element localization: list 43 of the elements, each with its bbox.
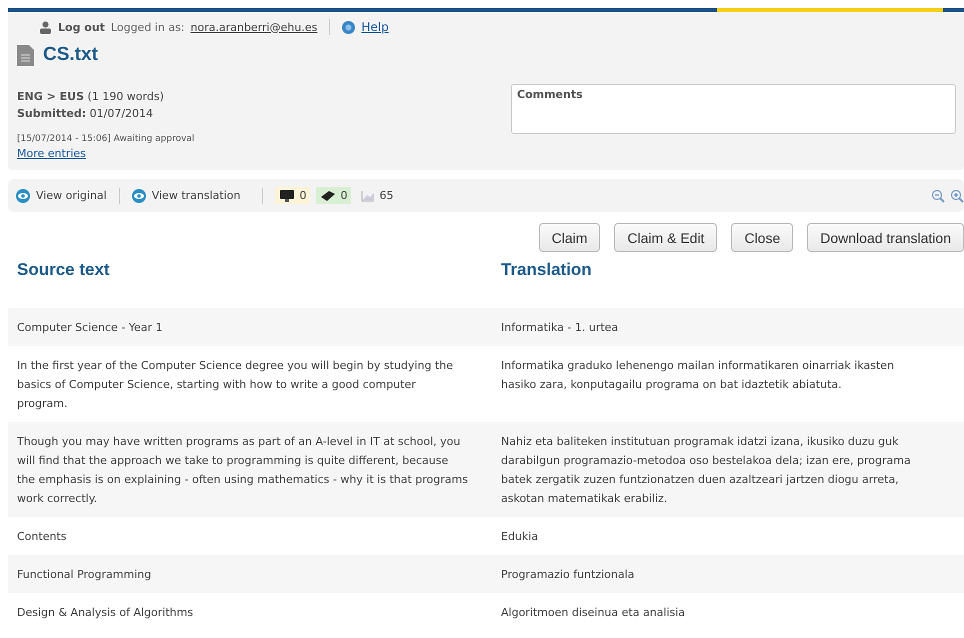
book-icon <box>320 190 336 202</box>
source-cell-text: Design & Analysis of Algorithms <box>17 605 194 621</box>
logout-link[interactable]: Log out <box>58 20 105 34</box>
zoom-out-icon[interactable] <box>931 188 945 202</box>
translation-cell-text: Programazio funtzionala <box>501 567 636 583</box>
view-original-link[interactable]: View original <box>36 189 107 202</box>
logged-in-label: Logged in as: <box>110 20 185 34</box>
action-button[interactable]: Claim <box>538 223 600 252</box>
translation-cell-text: Nahiz eta baliteken institutuan programak idatzi izana, ikusiko duzu guk darabilgun programazio-metodoa oso bestelakoa dela; izan ere, programa batek zergatik zuzen funtzionatzen duen azaltzeari jartzen diogu arreta, askotan matematikak erabiliz. <box>501 434 912 507</box>
column-heading: Source text <box>17 260 111 280</box>
source-cell-text: Contents <box>17 529 68 545</box>
translation-cell-text: Informatika graduko lehenengo mailan informatikaren oinarriak ikasten hasiko zara, konputagailu programa on bat idaztetik abiatuta. <box>501 358 896 393</box>
translation-cell-text: Algoritmoen diseinua eta analisia <box>501 605 686 621</box>
user-icon <box>39 20 52 34</box>
comments-field[interactable]: Comments <box>511 84 956 134</box>
more-entries-link[interactable]: More entries <box>17 147 86 160</box>
translation-cell-text: Informatika - 1. urtea <box>501 320 620 336</box>
eye-icon <box>132 188 146 202</box>
count-value: 0 <box>340 189 348 202</box>
submitted-date: Submitted: 01/07/2014 <box>17 106 154 122</box>
document-title: CS.txt <box>43 44 98 66</box>
language-pair: ENG > EUS (1 190 words) <box>17 89 165 105</box>
document-icon <box>17 44 34 66</box>
action-button[interactable]: Claim & Edit <box>614 223 718 252</box>
view-translation-link[interactable]: View translation <box>152 189 240 202</box>
help-link[interactable]: Help <box>361 20 389 34</box>
eye-icon <box>16 188 30 202</box>
monitor-icon <box>279 190 296 202</box>
source-cell-text: Though you may have written programs as part of an A-level in IT at school, you will find that the approach we take to programming is quite different, because the emphasis is on explaining - often using mathematics - why it is that programs work correctly. <box>17 434 469 507</box>
action-button[interactable]: Close <box>731 223 794 252</box>
translation-cell-text: Edukia <box>501 529 540 545</box>
column-heading: Translation <box>501 260 593 280</box>
history-entry: [15/07/2014 - 15:06] Awaiting approval <box>17 134 196 144</box>
source-cell-text: Computer Science - Year 1 <box>17 320 164 336</box>
source-cell-text: Functional Programming <box>17 567 152 583</box>
source-cell-text: In the first year of the Computer Science degree you will begin by studying the basics of Computer Science, starting with how to write a good computer program. <box>17 358 454 412</box>
count-value: 0 <box>299 189 306 202</box>
chart-icon <box>361 190 376 202</box>
user-email-link[interactable]: nora.aranberri@ehu.es <box>190 20 318 34</box>
action-button[interactable]: Download translation <box>807 223 964 252</box>
help-icon <box>342 20 356 34</box>
zoom-in-icon[interactable] <box>950 188 964 202</box>
count-value: 65 <box>379 189 394 202</box>
